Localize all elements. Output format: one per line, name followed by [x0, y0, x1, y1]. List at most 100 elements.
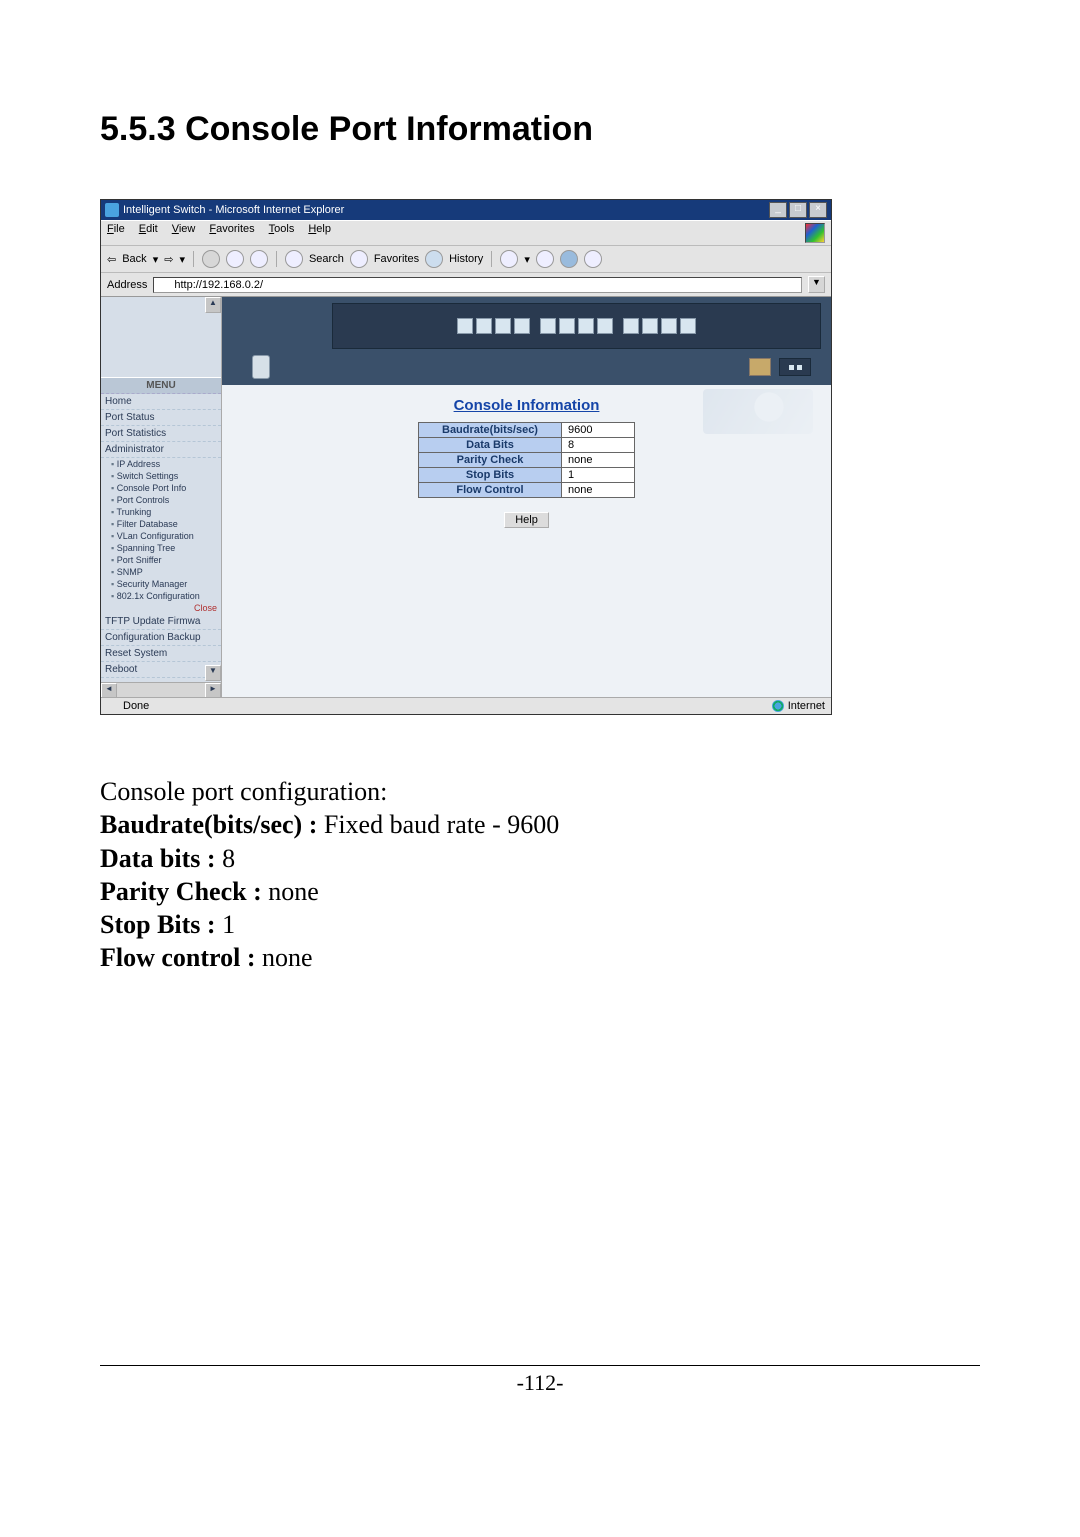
switch-port-panel — [332, 303, 821, 349]
page-icon — [158, 279, 170, 291]
sidebar-item-reset-system[interactable]: Reset System — [101, 646, 221, 662]
menu-file[interactable]: File — [107, 223, 125, 243]
table-row: Parity Checknone — [419, 453, 635, 468]
port-icon[interactable] — [495, 318, 511, 334]
port-icon[interactable] — [578, 318, 594, 334]
help-button[interactable]: Help — [504, 512, 549, 528]
table-row: Baudrate(bits/sec)9600 — [419, 423, 635, 438]
table-row: Data Bits8 — [419, 438, 635, 453]
search-icon[interactable] — [285, 250, 303, 268]
row-label: Baudrate(bits/sec) — [419, 423, 562, 438]
maximize-button[interactable]: □ — [789, 202, 807, 218]
mail-icon[interactable] — [500, 250, 518, 268]
kv-key: Flow control : — [100, 943, 262, 972]
zone-text: Internet — [788, 700, 825, 712]
sidebar: ▲ MENU Home Port Status Port Statistics … — [101, 297, 222, 697]
history-icon[interactable] — [425, 250, 443, 268]
section-heading: 5.5.3 Console Port Information — [100, 110, 980, 149]
refresh-icon[interactable] — [226, 250, 244, 268]
back-button[interactable]: Back — [122, 253, 146, 265]
sidebar-sub-trunking[interactable]: Trunking — [101, 506, 221, 518]
sidebar-sub-spanning-tree[interactable]: Spanning Tree — [101, 542, 221, 554]
console-info-table: Baudrate(bits/sec)9600 Data Bits8 Parity… — [418, 422, 635, 498]
discuss-icon[interactable] — [584, 250, 602, 268]
port-icon[interactable] — [514, 318, 530, 334]
sidebar-item-port-statistics[interactable]: Port Statistics — [101, 426, 221, 442]
row-value: none — [562, 483, 635, 498]
sidebar-sub-security-manager[interactable]: Security Manager — [101, 578, 221, 590]
sidebar-sub-filter-database[interactable]: Filter Database — [101, 518, 221, 530]
stop-icon[interactable] — [202, 250, 220, 268]
search-button[interactable]: Search — [309, 253, 344, 265]
console-info-title: Console Information — [454, 397, 600, 414]
sidebar-sub-port-sniffer[interactable]: Port Sniffer — [101, 554, 221, 566]
sidebar-sub-ip-address[interactable]: IP Address — [101, 458, 221, 470]
sidebar-sub-switch-settings[interactable]: Switch Settings — [101, 470, 221, 482]
sidebar-sub-port-controls[interactable]: Port Controls — [101, 494, 221, 506]
port-icon[interactable] — [642, 318, 658, 334]
scroll-down-icon[interactable]: ▼ — [205, 665, 221, 681]
row-label: Flow Control — [419, 483, 562, 498]
sidebar-item-home[interactable]: Home — [101, 394, 221, 410]
address-label: Address — [107, 279, 147, 291]
sidebar-item-administrator[interactable]: Administrator — [101, 442, 221, 458]
sidebar-item-config-backup[interactable]: Configuration Backup — [101, 630, 221, 646]
menu-help[interactable]: Help — [308, 223, 331, 243]
close-button[interactable]: × — [809, 202, 827, 218]
scroll-up-icon[interactable]: ▲ — [205, 297, 221, 313]
page-footer: -112- — [100, 1365, 980, 1396]
print-icon[interactable] — [536, 250, 554, 268]
row-value: 1 — [562, 468, 635, 483]
sidebar-sub-snmp[interactable]: SNMP — [101, 566, 221, 578]
menu-heading: MENU — [101, 377, 221, 394]
favorites-button[interactable]: Favorites — [374, 253, 419, 265]
kv-key: Stop Bits : — [100, 910, 222, 939]
menubar: File Edit View Favorites Tools Help — [101, 220, 831, 246]
sidebar-sub-8021x-configuration[interactable]: 802.1x Configuration — [101, 590, 221, 602]
address-dropdown[interactable]: ▼ — [808, 276, 825, 293]
port-icon[interactable] — [661, 318, 677, 334]
home-icon[interactable] — [250, 250, 268, 268]
table-row: Stop Bits1 — [419, 468, 635, 483]
favorites-icon[interactable] — [350, 250, 368, 268]
port-icon[interactable] — [540, 318, 556, 334]
window-controls: _ □ × — [769, 202, 827, 218]
menu-edit[interactable]: Edit — [139, 223, 158, 243]
row-value: 9600 — [562, 423, 635, 438]
ie-icon — [105, 203, 119, 217]
menu-favorites[interactable]: Favorites — [209, 223, 254, 243]
edit-icon[interactable] — [560, 250, 578, 268]
menu-view[interactable]: View — [172, 223, 196, 243]
h-scrollbar[interactable]: ◄► — [101, 682, 221, 697]
sidebar-item-tftp-update[interactable]: TFTP Update Firmwa — [101, 614, 221, 630]
port-icon[interactable] — [476, 318, 492, 334]
device-banner — [222, 297, 831, 385]
minimize-button[interactable]: _ — [769, 202, 787, 218]
port-icon[interactable] — [623, 318, 639, 334]
port-icon[interactable] — [559, 318, 575, 334]
kv-key: Parity Check : — [100, 877, 268, 906]
port-icon[interactable] — [597, 318, 613, 334]
row-value: 8 — [562, 438, 635, 453]
page-number: -112- — [517, 1370, 564, 1395]
menu-tools[interactable]: Tools — [269, 223, 295, 243]
forward-arrow-icon[interactable]: ⇨ — [164, 253, 173, 266]
browser-window: Intelligent Switch - Microsoft Internet … — [100, 199, 832, 715]
row-value: none — [562, 453, 635, 468]
back-arrow-icon[interactable]: ⇦ — [107, 253, 116, 266]
address-input[interactable]: http://192.168.0.2/ — [153, 277, 802, 293]
sidebar-item-port-status[interactable]: Port Status — [101, 410, 221, 426]
titlebar: Intelligent Switch - Microsoft Internet … — [101, 200, 831, 220]
sidebar-close-link[interactable]: Close — [101, 602, 221, 614]
fan-icon — [252, 355, 270, 379]
port-icon[interactable] — [680, 318, 696, 334]
internet-zone-icon — [772, 700, 784, 712]
row-label: Data Bits — [419, 438, 562, 453]
sidebar-item-reboot[interactable]: Reboot — [101, 662, 221, 678]
sidebar-sub-vlan-configuration[interactable]: VLan Configuration — [101, 530, 221, 542]
history-button[interactable]: History — [449, 253, 483, 265]
table-row: Flow Controlnone — [419, 483, 635, 498]
ie-throbber-icon — [805, 223, 825, 243]
port-icon[interactable] — [457, 318, 473, 334]
sidebar-sub-console-port-info[interactable]: Console Port Info — [101, 482, 221, 494]
